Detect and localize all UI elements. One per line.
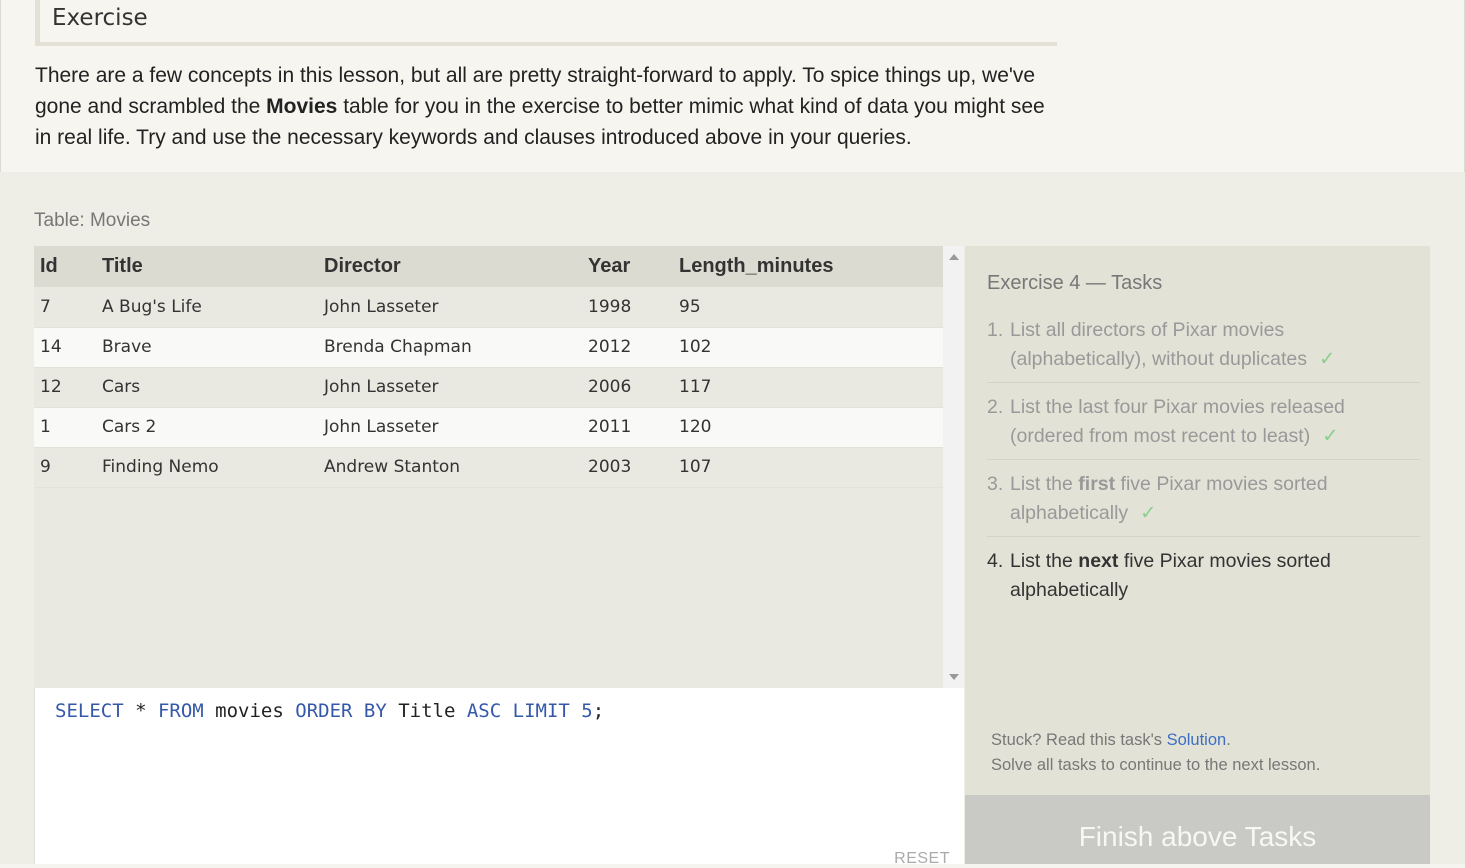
sql-keyword: 5: [581, 700, 593, 722]
task-item: 1. List all directors of Pixar movies (a…: [987, 316, 1420, 383]
task-number: 1.: [987, 319, 1004, 341]
exercise-intro: There are a few concepts in this lesson,…: [35, 60, 1055, 153]
scroll-up-arrow-icon[interactable]: [949, 254, 959, 260]
sql-token: *: [123, 700, 158, 722]
cell-director: John Lasseter: [318, 367, 582, 408]
cell-id: 7: [34, 287, 96, 328]
sql-token: Title: [386, 700, 467, 722]
task-item: 2. List the last four Pixar movies relea…: [987, 393, 1420, 460]
task-item: 3. List the first five Pixar movies sort…: [987, 470, 1420, 537]
cell-title: Cars: [96, 367, 318, 408]
task-number: 3.: [987, 473, 1004, 495]
cell-length: 102: [673, 327, 943, 368]
column-header-director: Director: [324, 255, 401, 277]
column-header-title: Title: [102, 255, 143, 277]
solution-link[interactable]: Solution: [1167, 731, 1227, 749]
sql-keyword: ASC: [466, 700, 502, 722]
task-number: 4.: [987, 550, 1004, 572]
cell-year: 2012: [582, 327, 673, 368]
table-row: 7 A Bug's Life John Lasseter 1998 95: [34, 287, 943, 328]
cell-length: 117: [673, 367, 943, 408]
checkmark-icon: ✓: [1322, 425, 1339, 447]
task-text-bold: next: [1078, 550, 1119, 572]
task-text: List the: [1010, 473, 1079, 495]
solve-all-text: Solve all tasks to continue to the next …: [991, 756, 1321, 774]
cell-director: John Lasseter: [318, 287, 582, 328]
tasks-title: Exercise 4 — Tasks: [987, 272, 1163, 294]
table-header-row: Id Title Director Year Length_minutes: [34, 246, 943, 287]
scroll-down-arrow-icon[interactable]: [949, 674, 959, 680]
finish-tasks-button[interactable]: Finish above Tasks: [965, 795, 1430, 864]
lesson-header: Exercise There are a few concepts in thi…: [0, 0, 1465, 172]
cell-title: Cars 2: [96, 407, 318, 448]
exercise-heading-box: Exercise: [35, 0, 1057, 46]
cell-id: 1: [34, 407, 96, 448]
cell-id: 9: [34, 447, 96, 488]
checkmark-icon: ✓: [1319, 348, 1336, 370]
results-table-container[interactable]: Id Title Director Year Length_minutes 7 …: [34, 246, 964, 688]
column-header-year: Year: [588, 255, 631, 277]
cell-director: Andrew Stanton: [318, 447, 582, 488]
table-row: 12 Cars John Lasseter 2006 117: [34, 367, 943, 408]
task-text: List all directors of Pixar movies (alph…: [1010, 319, 1307, 370]
finish-tasks-label: Finish above Tasks: [1078, 821, 1317, 852]
sql-keyword: SELECT: [55, 700, 124, 722]
task-text: List the last four Pixar movies released…: [1010, 396, 1345, 447]
cell-year: 1998: [582, 287, 673, 328]
table-row: 1 Cars 2 John Lasseter 2011 120: [34, 407, 943, 448]
cell-length: 107: [673, 447, 943, 488]
intro-text-bold: Movies: [266, 95, 338, 118]
cell-year: 2006: [582, 367, 673, 408]
sql-token: ;: [592, 700, 605, 722]
task-text: List the: [1010, 550, 1079, 572]
column-header-length: Length_minutes: [679, 255, 834, 277]
stuck-text-end: .: [1226, 731, 1231, 749]
cell-id: 12: [34, 367, 96, 408]
sql-keyword: ORDER BY: [295, 700, 387, 722]
checkmark-icon: ✓: [1140, 502, 1157, 524]
cell-length: 120: [673, 407, 943, 448]
task-text-bold: first: [1078, 473, 1116, 495]
stuck-text: Stuck? Read this task's: [991, 731, 1167, 749]
table-label: Table: Movies: [34, 210, 151, 231]
cell-id: 14: [34, 327, 96, 368]
cell-director: Brenda Chapman: [318, 327, 582, 368]
sql-keyword: LIMIT: [512, 700, 570, 722]
cell-year: 2003: [582, 447, 673, 488]
sql-token: movies: [203, 700, 296, 722]
cell-length: 95: [673, 287, 943, 328]
table-scrollbar[interactable]: [943, 246, 964, 688]
cell-title: Finding Nemo: [96, 447, 318, 488]
exercise-area: Table: Movies Id Title Director Year Len…: [0, 172, 1465, 867]
task-list: 1. List all directors of Pixar movies (a…: [987, 316, 1420, 623]
cell-director: John Lasseter: [318, 407, 582, 448]
sql-query-text[interactable]: SELECT * FROM movies ORDER BY Title ASC …: [55, 700, 604, 722]
column-header-id: Id: [40, 255, 58, 277]
help-text: Stuck? Read this task's Solution. Solve …: [991, 728, 1320, 778]
cell-title: Brave: [96, 327, 318, 368]
exercise-heading: Exercise: [52, 5, 148, 31]
tasks-panel: Exercise 4 — Tasks 1. List all directors…: [965, 246, 1430, 864]
sql-query-editor[interactable]: SELECT * FROM movies ORDER BY Title ASC …: [34, 688, 964, 867]
task-item-active: 4. List the next five Pixar movies sorte…: [987, 547, 1420, 613]
task-number: 2.: [987, 396, 1004, 418]
results-table: Id Title Director Year Length_minutes 7 …: [34, 246, 943, 488]
sql-keyword: FROM: [157, 700, 204, 722]
reset-button[interactable]: RESET: [894, 850, 950, 868]
table-row: 14 Brave Brenda Chapman 2012 102: [34, 327, 943, 368]
cell-year: 2011: [582, 407, 673, 448]
cell-title: A Bug's Life: [96, 287, 318, 328]
table-row: 9 Finding Nemo Andrew Stanton 2003 107: [34, 447, 943, 488]
